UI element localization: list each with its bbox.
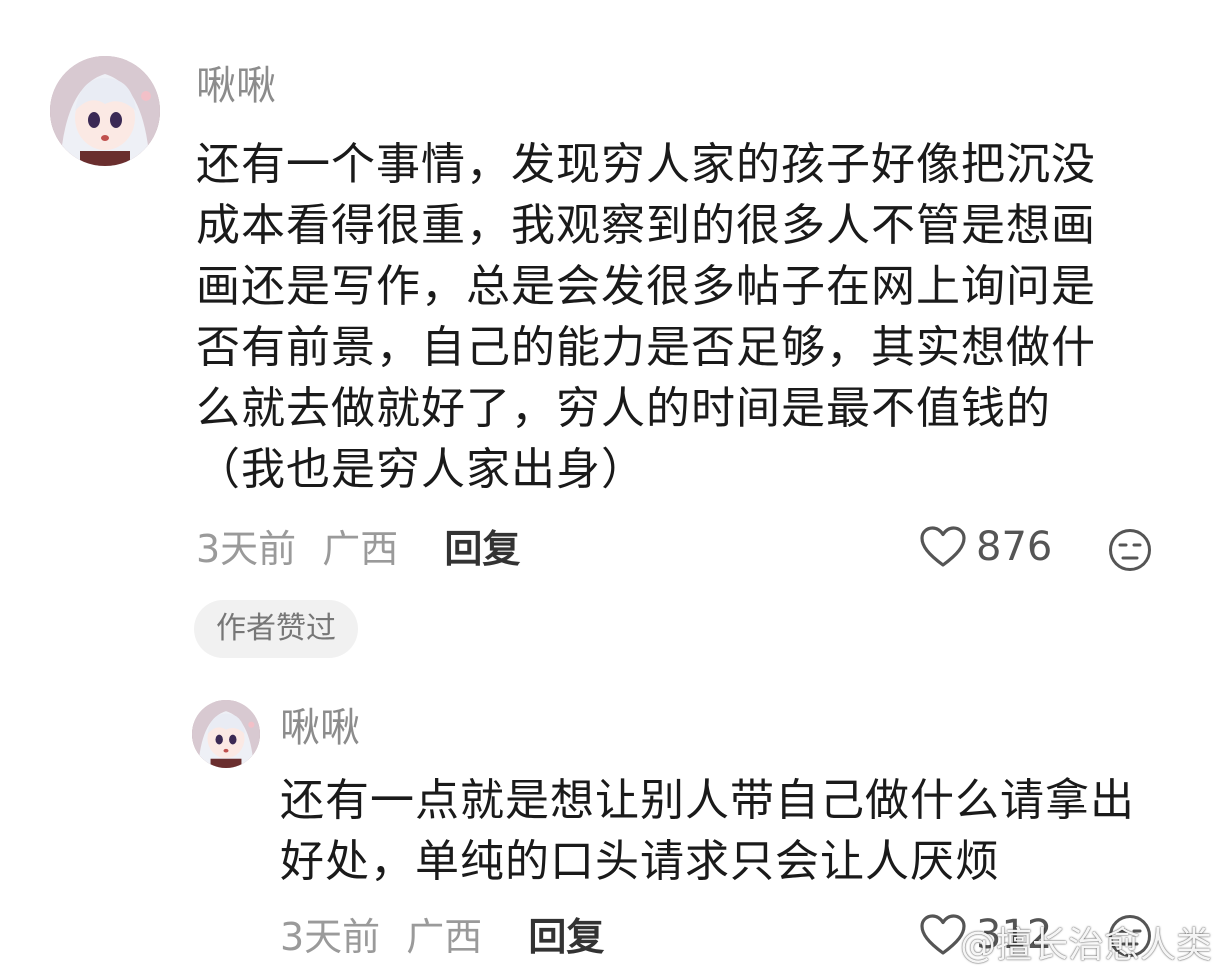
comment-meta: 3天前 广西 回复 [196, 526, 520, 572]
comment-username[interactable]: 啾啾 [196, 62, 276, 110]
comment-content: 还有一个事情，发现穷人家的孩子好像把沉没 成本看得很重，我观察到的很多人不管是想… [196, 134, 1096, 500]
reply-line: 好处，单纯的口头请求只会让人厌烦 [280, 836, 1000, 887]
watermark: @擅长治愈人类 [959, 925, 1212, 966]
comment-line: （我也是穷人家出身） [196, 444, 646, 495]
author-liked-badge: 作者赞过 [194, 600, 358, 658]
comment-location: 广西 [322, 527, 399, 571]
comment-thread: 啾啾 还有一个事情，发现穷人家的孩子好像把沉没 成本看得很重，我观察到的很多人不… [0, 0, 1224, 974]
heart-icon [920, 526, 966, 567]
avatar[interactable] [192, 700, 260, 768]
anime-girl-avatar-icon [50, 56, 160, 166]
comment-line: 还有一个事情，发现穷人家的孩子好像把沉没 [196, 139, 1096, 190]
reply-button[interactable]: 回复 [528, 915, 604, 959]
avatar[interactable] [50, 56, 160, 166]
reply-username[interactable]: 啾啾 [280, 704, 360, 752]
like-button[interactable]: 876 [920, 524, 1052, 570]
comment-line: 否有前景，自己的能力是否足够，其实想做什 [196, 322, 1096, 373]
comment-line: 成本看得很重，我观察到的很多人不管是想画 [196, 200, 1096, 251]
reply-content: 还有一点就是想让别人带自己做什么请拿出 好处，单纯的口头请求只会让人厌烦 [280, 770, 1135, 892]
comment-time: 3天前 [196, 527, 297, 571]
comment-line: 画还是写作，总是会发很多帖子在网上询问是 [196, 261, 1096, 312]
comment-line: 么就去做就好了，穷人的时间是最不值钱的 [196, 383, 1051, 434]
anime-girl-avatar-icon [192, 700, 260, 768]
like-count: 876 [976, 524, 1053, 570]
reply-meta: 3天前 广西 回复 [280, 914, 604, 960]
reply-location: 广西 [406, 915, 483, 959]
reply-button[interactable]: 回复 [444, 527, 520, 571]
reply-line: 还有一点就是想让别人带自己做什么请拿出 [280, 775, 1135, 826]
reply-time: 3天前 [280, 915, 381, 959]
dislike-face-icon[interactable] [1108, 528, 1152, 572]
